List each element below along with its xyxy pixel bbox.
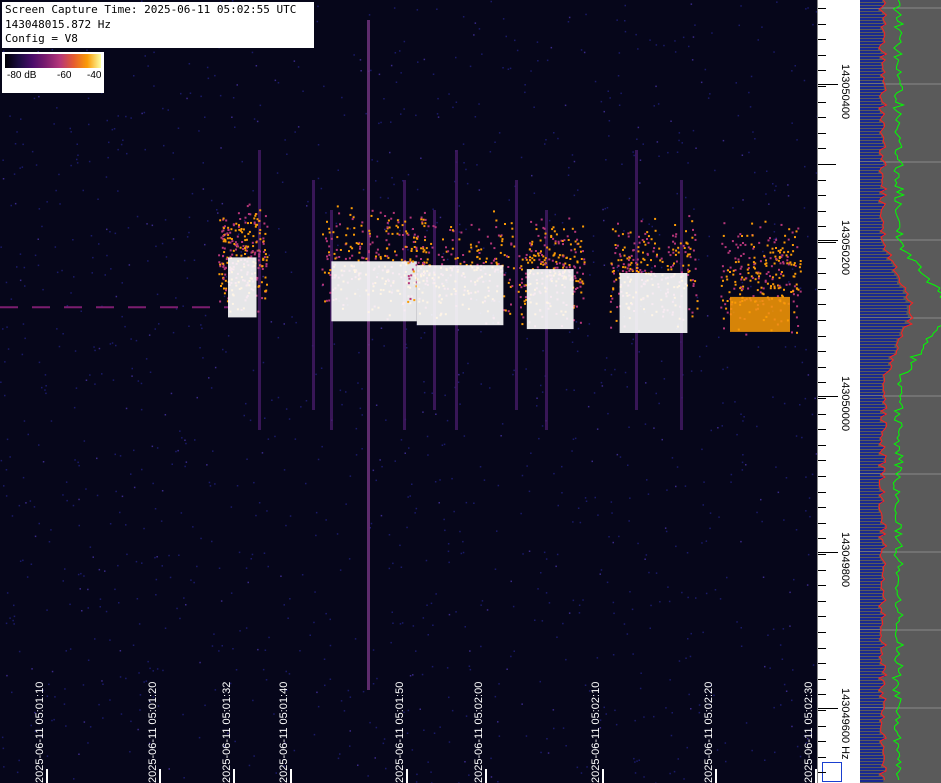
- freq-minor-tick: [818, 336, 826, 337]
- signal-burst: [609, 215, 699, 333]
- freq-minor-tick: [818, 304, 826, 305]
- power-spectrum-panel: [860, 0, 941, 783]
- time-tick-mark: [290, 769, 292, 783]
- freq-minor-tick: [818, 538, 826, 539]
- signal-burst: [720, 220, 802, 336]
- freq-tick-label: 143050400: [839, 64, 851, 120]
- freq-minor-tick: [818, 351, 826, 352]
- freq-minor-tick: [818, 86, 826, 87]
- time-tick-mark: [159, 769, 161, 783]
- freq-minor-tick: [818, 117, 826, 118]
- average-power-trace: [877, 0, 914, 781]
- freq-major-tick: [818, 240, 838, 241]
- freq-tick-label: 143049600 Hz: [839, 688, 851, 760]
- peak-power-trace: [891, 0, 941, 781]
- freq-minor-tick: [818, 663, 826, 664]
- config-text: Config = V8: [5, 32, 78, 45]
- freq-tick-label: 143050000: [839, 376, 851, 432]
- freq-minor-tick: [818, 164, 836, 165]
- freq-minor-tick: [818, 180, 826, 181]
- freq-minor-tick: [818, 382, 826, 383]
- freq-minor-tick: [818, 429, 826, 430]
- freq-minor-tick: [818, 39, 826, 40]
- freq-minor-tick: [818, 585, 826, 586]
- freq-minor-tick: [818, 55, 826, 56]
- freq-minor-tick: [818, 289, 826, 290]
- freq-minor-tick: [818, 507, 826, 508]
- time-tick-mark: [602, 769, 604, 783]
- waterfall-spectrogram: Screen Capture Time: 2025-06-11 05:02:55…: [0, 0, 817, 783]
- time-tick-mark: [406, 769, 408, 783]
- freq-minor-tick: [818, 757, 826, 758]
- freq-minor-tick: [818, 226, 826, 227]
- freq-minor-tick: [818, 570, 826, 571]
- spectrogram-canvas: [0, 0, 817, 783]
- freq-minor-tick: [818, 414, 826, 415]
- freq-minor-tick: [818, 242, 836, 243]
- freq-minor-tick: [818, 460, 826, 461]
- signal-burst: [407, 210, 516, 326]
- freq-minor-tick: [818, 320, 826, 321]
- freq-major-tick: [818, 396, 838, 397]
- freq-tick-label: 143049800: [839, 532, 851, 588]
- signal-burst: [321, 205, 429, 322]
- freq-major-tick: [818, 84, 838, 85]
- freq-minor-tick: [818, 554, 826, 555]
- signal-burst: [517, 217, 586, 330]
- freq-minor-tick: [818, 523, 826, 524]
- impulse-streak: [312, 180, 315, 410]
- frequency-axis: 143050400 143050200 143050000 143049800 1430…: [817, 0, 861, 783]
- time-tick-mark: [485, 769, 487, 783]
- freq-minor-tick: [818, 211, 826, 212]
- freq-minor-tick: [818, 476, 826, 477]
- freq-minor-tick: [818, 8, 826, 9]
- freq-minor-tick: [818, 726, 826, 727]
- freq-minor-tick: [818, 741, 826, 742]
- time-tick-mark: [46, 769, 48, 783]
- time-tick-mark: [233, 769, 235, 783]
- freq-minor-tick: [818, 258, 826, 259]
- noise-speckle: [0, 0, 817, 783]
- freq-minor-tick: [818, 632, 826, 633]
- freq-minor-tick: [818, 148, 826, 149]
- colorbar-legend: -80 dB -60 -40: [2, 52, 104, 93]
- freq-minor-tick: [818, 710, 826, 711]
- frequency-text: 143048015.872 Hz: [5, 17, 111, 31]
- freq-minor-tick: [818, 445, 826, 446]
- freq-minor-tick: [818, 616, 826, 617]
- freq-minor-tick: [818, 273, 826, 274]
- freq-minor-tick: [818, 694, 826, 695]
- power-spectrum-plot: [860, 0, 941, 782]
- freq-major-tick: [818, 552, 838, 553]
- legend-label-mid: -60: [57, 70, 72, 81]
- impulse-streak: [367, 20, 370, 690]
- legend-label-max: -40: [87, 70, 102, 81]
- colorbar-gradient: [5, 54, 101, 68]
- freq-tick-label: 143050200: [839, 220, 851, 276]
- impulse-streak: [515, 180, 518, 410]
- freq-major-tick: [818, 708, 838, 709]
- freq-minor-tick: [818, 195, 826, 196]
- impulse-streak: [258, 150, 261, 430]
- freq-minor-tick: [818, 24, 826, 25]
- freq-minor-tick: [818, 648, 826, 649]
- time-tick-mark: [715, 769, 717, 783]
- freq-minor-tick: [818, 772, 826, 773]
- freq-minor-tick: [818, 398, 826, 399]
- freq-minor-tick: [818, 367, 826, 368]
- freq-minor-tick: [818, 492, 826, 493]
- freq-minor-tick: [818, 133, 826, 134]
- power-bars: [860, 0, 910, 782]
- freq-minor-tick: [818, 679, 826, 680]
- freq-minor-tick: [818, 102, 826, 103]
- legend-label-min: -80 dB: [7, 70, 37, 81]
- capture-time-text: Screen Capture Time: 2025-06-11 05:02:55…: [5, 3, 297, 16]
- freq-minor-tick: [818, 601, 826, 602]
- freq-minor-tick: [818, 70, 826, 71]
- info-box: Screen Capture Time: 2025-06-11 05:02:55…: [2, 2, 314, 48]
